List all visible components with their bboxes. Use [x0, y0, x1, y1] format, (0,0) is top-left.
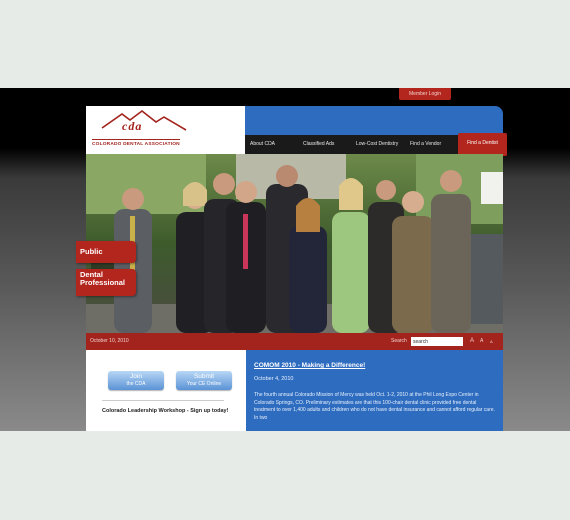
- current-date: October 10, 2010: [90, 338, 129, 344]
- website-frame: Member Login cda COLORADO DENTAL ASSOCIA…: [0, 88, 570, 431]
- dental-professional-button[interactable]: Dental Professional: [76, 269, 136, 296]
- submit-main-label: Submit: [193, 373, 215, 380]
- news-body: The fourth annual Colorado Mission of Me…: [254, 392, 495, 421]
- logo-abbreviation: cda: [122, 119, 143, 133]
- nav-item-classified-ads[interactable]: Classified Ads: [303, 135, 334, 154]
- submit-ce-button[interactable]: Submit Your CE Online: [176, 371, 232, 390]
- hero-photo: [86, 154, 503, 333]
- join-sub-label: the CDA: [126, 381, 146, 387]
- mountain-logo-icon: [101, 109, 187, 131]
- news-date: October 4, 2010: [254, 376, 294, 382]
- divider: [102, 400, 224, 401]
- font-size-medium-icon[interactable]: A: [480, 333, 483, 350]
- join-cda-button[interactable]: Join the CDA: [108, 371, 164, 390]
- news-title-link[interactable]: COMOM 2010 - Making a Difference!: [254, 362, 365, 369]
- font-size-large-icon[interactable]: A: [470, 333, 474, 350]
- search-input[interactable]: [411, 337, 463, 346]
- nav-item-find-vendor[interactable]: Find a Vendor: [410, 135, 441, 154]
- left-column: Join the CDA Submit Your CE Online Color…: [86, 350, 246, 431]
- find-dentist-button[interactable]: Find a Dentist: [458, 133, 507, 156]
- workshop-link[interactable]: Colorado Leadership Workshop - Sign up t…: [102, 407, 230, 416]
- header-blue-panel: [245, 106, 503, 135]
- logo-organization-name: COLORADO DENTAL ASSOCIATION: [92, 139, 180, 147]
- font-size-small-icon[interactable]: A: [490, 333, 493, 350]
- dental-professional-line2: Professional: [80, 278, 126, 287]
- info-bar: October 10, 2010 Search A A A: [86, 333, 503, 350]
- public-button[interactable]: Public: [76, 241, 136, 263]
- submit-sub-label: Your CE Online: [186, 381, 222, 387]
- join-main-label: Join: [130, 373, 142, 380]
- news-panel: COMOM 2010 - Making a Difference! Octobe…: [246, 350, 503, 431]
- nav-item-about[interactable]: About CDA: [250, 135, 275, 154]
- member-login-button[interactable]: Member Login: [399, 88, 451, 100]
- nav-item-low-cost-dentistry[interactable]: Low-Cost Dentistry: [356, 135, 398, 154]
- search-label: Search: [391, 338, 407, 344]
- logo[interactable]: cda COLORADO DENTAL ASSOCIATION: [86, 106, 245, 154]
